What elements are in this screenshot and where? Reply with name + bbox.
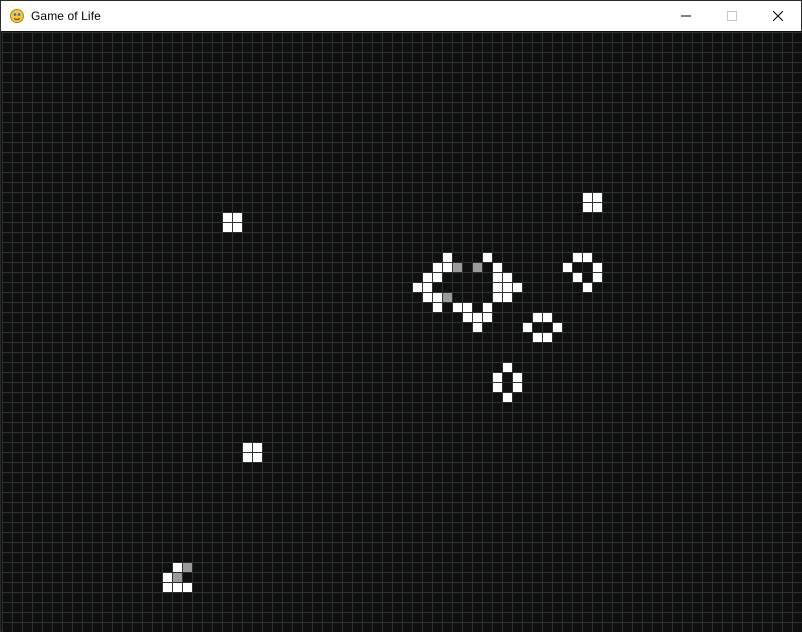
alive-cell[interactable]	[433, 293, 442, 302]
grid-lines	[2, 32, 802, 632]
alive-cell[interactable]	[173, 563, 182, 572]
alive-cell[interactable]	[433, 263, 442, 272]
alive-cell[interactable]	[573, 273, 582, 282]
dying-cell[interactable]	[453, 263, 462, 272]
alive-cells	[173, 563, 182, 572]
life-board[interactable]	[2, 32, 802, 632]
dying-cell[interactable]	[443, 293, 452, 302]
alive-cell[interactable]	[423, 293, 432, 302]
alive-cell[interactable]	[453, 303, 462, 312]
alive-cell[interactable]	[583, 203, 592, 212]
alive-cell[interactable]	[473, 323, 482, 332]
alive-cell[interactable]	[533, 333, 542, 342]
alive-cell[interactable]	[163, 573, 172, 582]
alive-cell[interactable]	[413, 283, 422, 292]
alive-cell[interactable]	[423, 283, 432, 292]
alive-cell[interactable]	[483, 253, 492, 262]
alive-cell[interactable]	[243, 443, 252, 452]
alive-cell[interactable]	[443, 263, 452, 272]
alive-cell[interactable]	[563, 263, 572, 272]
alive-cell[interactable]	[163, 583, 172, 592]
alive-cell[interactable]	[253, 443, 262, 452]
close-icon	[773, 11, 783, 21]
dying-cell[interactable]	[183, 563, 192, 572]
life-grid[interactable]	[2, 32, 802, 632]
close-button[interactable]	[755, 1, 801, 31]
alive-cell[interactable]	[483, 313, 492, 322]
alive-cell[interactable]	[593, 273, 602, 282]
maximize-button[interactable]	[709, 1, 755, 31]
alive-cell[interactable]	[503, 273, 512, 282]
alive-cell[interactable]	[473, 313, 482, 322]
alive-cell[interactable]	[503, 393, 512, 402]
alive-cell[interactable]	[583, 283, 592, 292]
alive-cell[interactable]	[223, 223, 232, 232]
alive-cell[interactable]	[543, 313, 552, 322]
alive-cell[interactable]	[493, 263, 502, 272]
pygame-snake-icon	[9, 8, 25, 24]
alive-cell[interactable]	[523, 323, 532, 332]
app-window: Game of Life	[0, 0, 802, 632]
alive-cell[interactable]	[513, 383, 522, 392]
alive-cell[interactable]	[463, 313, 472, 322]
dying-cell[interactable]	[173, 573, 182, 582]
maximize-icon	[727, 11, 737, 21]
dying-cell[interactable]	[473, 263, 482, 272]
alive-cell[interactable]	[573, 253, 582, 262]
alive-cell[interactable]	[583, 193, 592, 202]
alive-cell[interactable]	[533, 313, 542, 322]
title-bar[interactable]: Game of Life	[1, 1, 801, 31]
alive-cell[interactable]	[433, 273, 442, 282]
alive-cell[interactable]	[583, 253, 592, 262]
alive-cell[interactable]	[593, 203, 602, 212]
alive-cell[interactable]	[443, 253, 452, 262]
alive-cell[interactable]	[553, 323, 562, 332]
alive-cell[interactable]	[493, 283, 502, 292]
alive-cell[interactable]	[503, 283, 512, 292]
alive-cell[interactable]	[233, 223, 242, 232]
alive-cell[interactable]	[233, 213, 242, 222]
alive-cell[interactable]	[423, 273, 432, 282]
alive-cell[interactable]	[493, 273, 502, 282]
window-title: Game of Life	[31, 9, 101, 23]
alive-cell[interactable]	[433, 303, 442, 312]
alive-cell[interactable]	[183, 583, 192, 592]
alive-cell[interactable]	[543, 333, 552, 342]
alive-cell[interactable]	[493, 293, 502, 302]
alive-cell[interactable]	[463, 303, 472, 312]
alive-cell[interactable]	[253, 453, 262, 462]
alive-cell[interactable]	[243, 453, 252, 462]
minimize-icon	[681, 11, 691, 21]
alive-cell[interactable]	[513, 283, 522, 292]
alive-cell[interactable]	[173, 583, 182, 592]
alive-cell[interactable]	[493, 383, 502, 392]
alive-cell[interactable]	[503, 363, 512, 372]
alive-cell[interactable]	[503, 293, 512, 302]
alive-cell[interactable]	[223, 213, 232, 222]
alive-cell[interactable]	[513, 373, 522, 382]
minimize-button[interactable]	[663, 1, 709, 31]
alive-cell[interactable]	[593, 193, 602, 202]
window-controls	[663, 1, 801, 31]
alive-cell[interactable]	[483, 303, 492, 312]
alive-cell[interactable]	[593, 263, 602, 272]
alive-cell[interactable]	[493, 373, 502, 382]
